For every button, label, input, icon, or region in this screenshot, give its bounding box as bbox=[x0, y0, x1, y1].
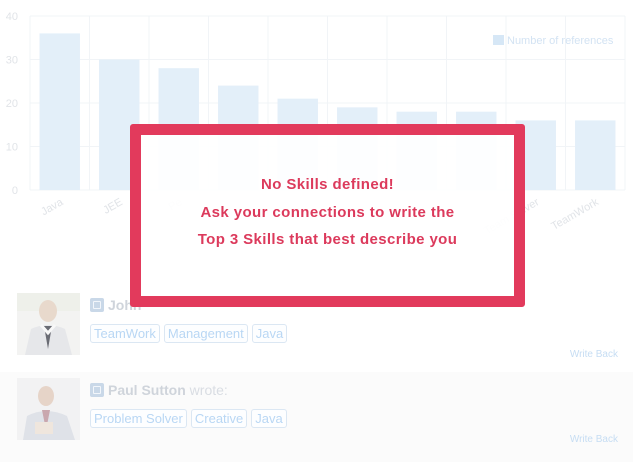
reference-card: Paul Sutton wrote: Problem Solver Creativ… bbox=[0, 372, 633, 462]
no-skills-instruction-line2: Top 3 Skills that best describe you bbox=[197, 231, 458, 248]
y-tick-label: 40 bbox=[6, 11, 18, 23]
chart-legend: Number of references bbox=[493, 35, 614, 47]
skill-tag[interactable]: Creative bbox=[190, 409, 248, 428]
skill-tags: TeamWork Management Java bbox=[90, 324, 291, 343]
x-tick-label: TeamWork bbox=[549, 196, 601, 233]
linkedin-icon bbox=[90, 298, 104, 312]
skill-tag[interactable]: Java bbox=[251, 409, 287, 428]
skill-tag[interactable]: Problem Solver bbox=[90, 409, 187, 428]
write-back-link[interactable]: Write Back bbox=[570, 434, 618, 445]
skill-tag[interactable]: Management bbox=[163, 324, 248, 343]
legend-swatch bbox=[493, 35, 504, 45]
bar bbox=[39, 33, 80, 191]
y-tick-label: 30 bbox=[6, 55, 18, 67]
legend-label: Number of references bbox=[507, 35, 614, 47]
skill-tag[interactable]: Java bbox=[251, 324, 288, 343]
no-skills-message: No Skills defined! Ask your connections … bbox=[130, 124, 525, 307]
avatar bbox=[17, 293, 80, 355]
linkedin-icon bbox=[90, 383, 104, 397]
no-skills-title: No Skills defined! bbox=[260, 176, 395, 193]
wrote-label: wrote: bbox=[189, 382, 228, 398]
skill-tags: Problem Solver Creative Java bbox=[90, 409, 291, 428]
x-tick-label: Java bbox=[39, 196, 66, 218]
author-name[interactable]: Paul Sutton bbox=[108, 382, 186, 398]
y-tick-label: 10 bbox=[6, 142, 18, 154]
x-tick-label: JEE bbox=[101, 196, 124, 216]
y-axis-ticks: 0 10 20 30 40 bbox=[6, 11, 18, 197]
skill-tag[interactable]: TeamWork bbox=[90, 324, 160, 343]
avatar bbox=[17, 378, 80, 440]
y-tick-label: 0 bbox=[12, 185, 18, 197]
reference-header: Paul Sutton wrote: bbox=[90, 382, 228, 398]
bar bbox=[575, 120, 616, 190]
no-skills-instruction-line1: Ask your connections to write the bbox=[200, 204, 455, 221]
write-back-link[interactable]: Write Back bbox=[570, 349, 618, 360]
y-tick-label: 20 bbox=[6, 98, 18, 110]
